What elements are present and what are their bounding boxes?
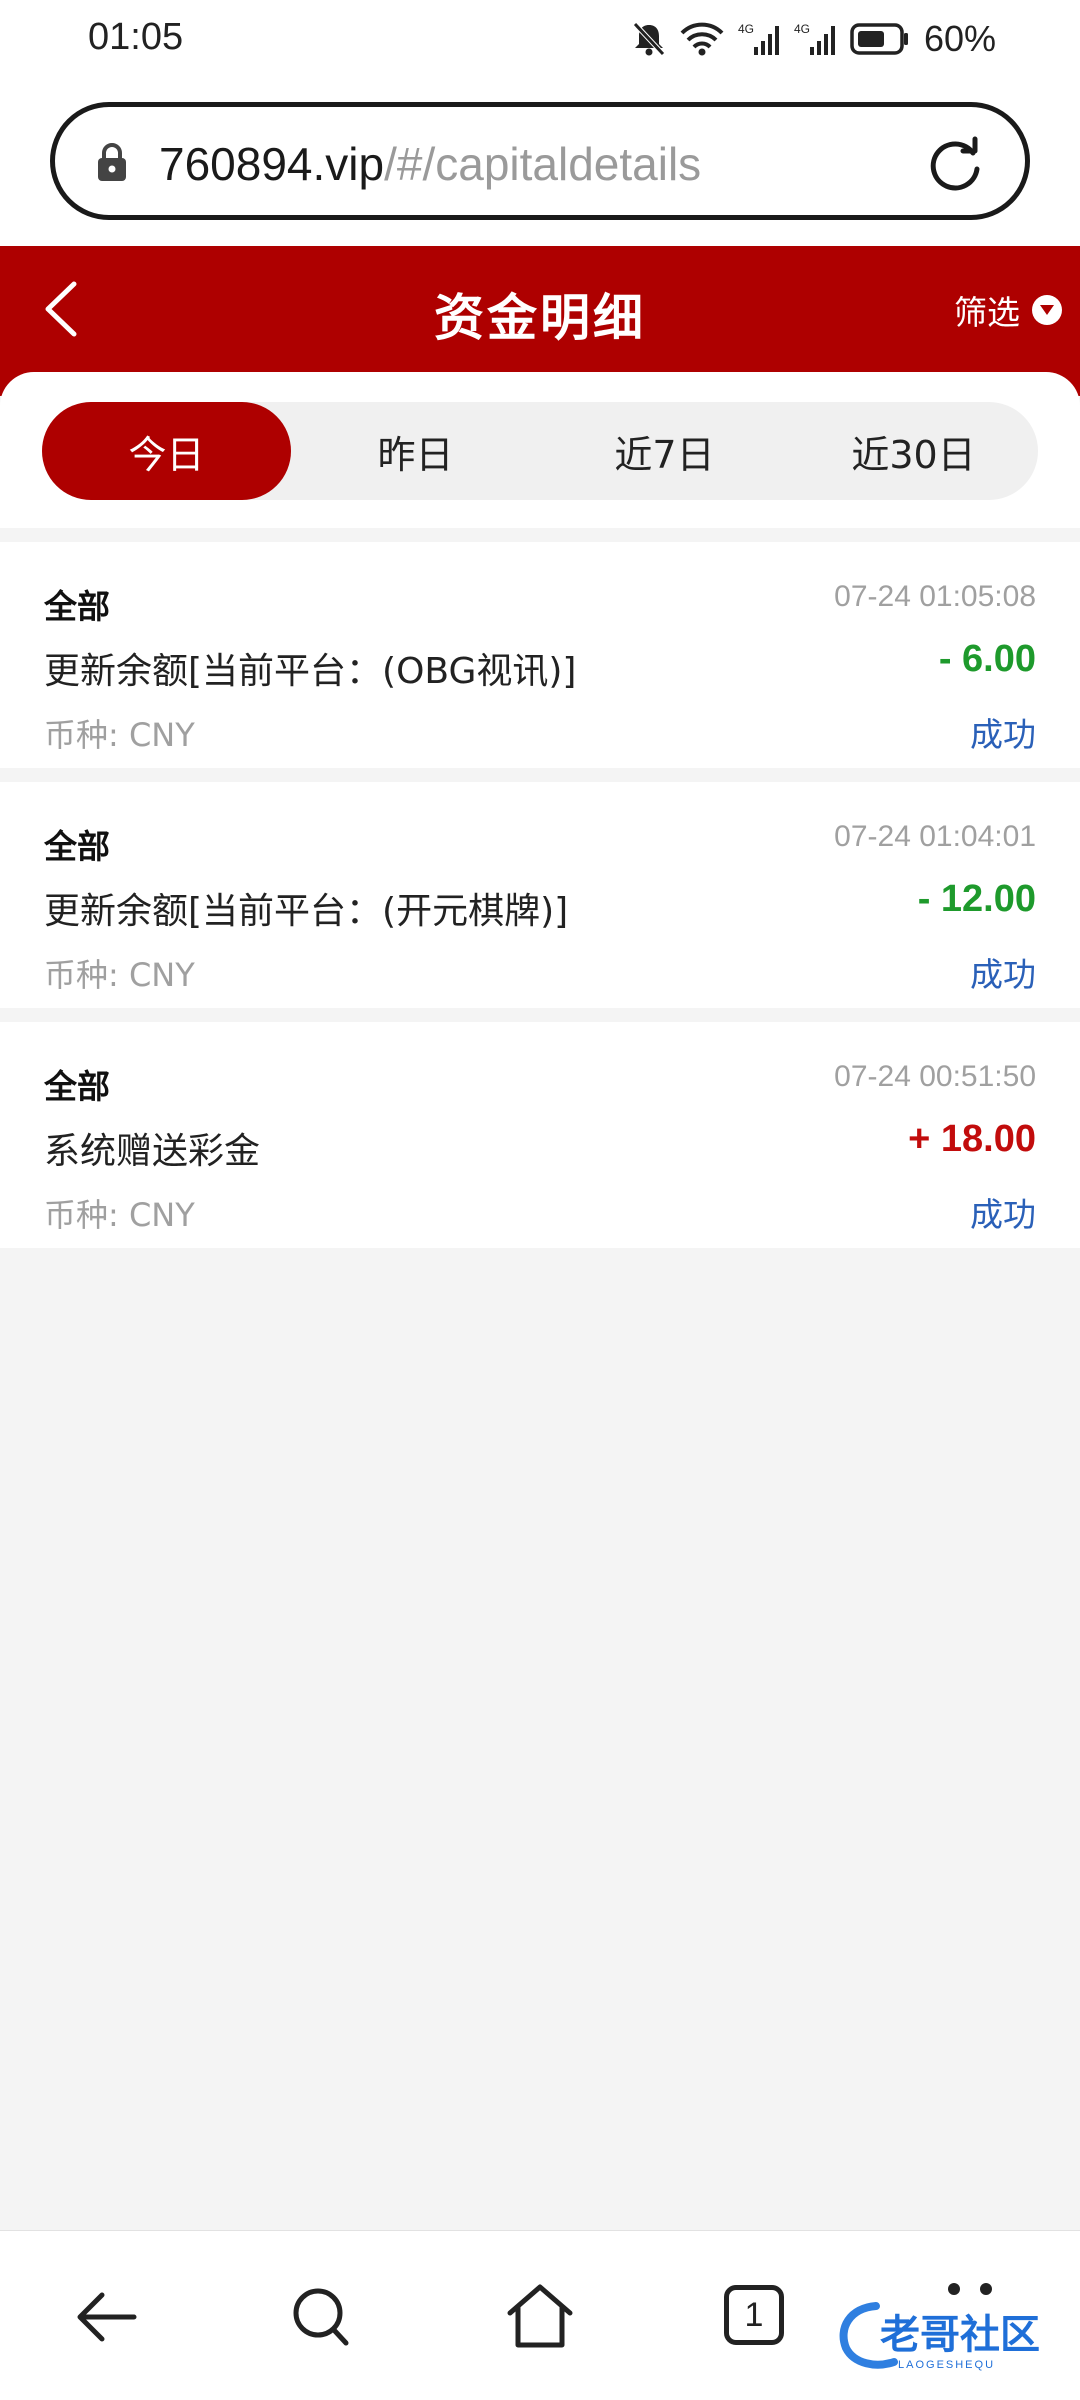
transaction-description: 系统赠送彩金 <box>44 1131 261 1172</box>
transaction-row[interactable]: 全部 07-24 01:04:01 更新余额[当前平台：(开元棋牌)] - 12… <box>0 782 1080 1008</box>
arrow-left-icon <box>77 2292 137 2342</box>
battery-icon <box>850 22 910 56</box>
filter-dropdown-icon <box>1032 295 1062 325</box>
tab-count: 1 <box>724 2285 784 2345</box>
url-path: /#/capitaldetails <box>384 138 702 190</box>
transaction-row[interactable]: 全部 07-24 00:51:50 系统赠送彩金 + 18.00 币种: CNY… <box>0 1022 1080 1248</box>
transaction-time: 07-24 01:04:01 <box>834 820 1036 853</box>
transaction-status: 成功 <box>970 955 1036 994</box>
svg-text:4G: 4G <box>794 22 810 36</box>
transaction-currency: 币种: CNY <box>44 956 195 994</box>
tab-today[interactable]: 今日 <box>42 402 291 500</box>
page-title: 资金明细 <box>434 289 646 347</box>
tab-yesterday[interactable]: 昨日 <box>291 402 540 500</box>
status-time: 01:05 <box>88 16 184 58</box>
transaction-amount: + 18.00 <box>908 1118 1036 1160</box>
wifi-icon <box>680 21 724 57</box>
transaction-currency: 币种: CNY <box>44 1196 195 1234</box>
status-bar: 01:05 4G 4G 60% <box>0 0 1080 82</box>
transaction-description: 更新余额[当前平台：(OBG视讯)] <box>44 651 577 692</box>
transaction-time: 07-24 00:51:50 <box>834 1060 1036 1093</box>
transaction-status: 成功 <box>970 1195 1036 1234</box>
transaction-list: 全部 07-24 01:05:08 更新余额[当前平台：(OBG视讯)] - 6… <box>0 542 1080 1262</box>
svg-text:4G: 4G <box>738 22 754 36</box>
battery-percent: 60% <box>923 18 996 59</box>
date-range-tabs: 今日 昨日 近7日 近30日 <box>42 402 1038 500</box>
date-range-panel: 今日 昨日 近7日 近30日 <box>0 372 1080 528</box>
nav-back-button[interactable] <box>68 2277 148 2357</box>
browser-toolbar: 760894.vip/#/capitaldetails <box>0 82 1080 246</box>
tab-last-30-days[interactable]: 近30日 <box>789 402 1038 500</box>
address-bar[interactable]: 760894.vip/#/capitaldetails <box>50 102 1030 220</box>
filter-button[interactable]: 筛选 <box>954 286 1062 334</box>
transaction-row[interactable]: 全部 07-24 01:05:08 更新余额[当前平台：(OBG视讯)] - 6… <box>0 542 1080 768</box>
watermark-logo: 老哥社区 LAOGESHEQU <box>836 2298 1066 2372</box>
transaction-currency: 币种: CNY <box>44 716 195 754</box>
home-icon <box>507 2284 573 2348</box>
search-icon <box>293 2288 349 2346</box>
bell-muted-icon <box>632 21 666 57</box>
signal-4g-icon: 4G <box>794 21 836 57</box>
transaction-category: 全部 <box>44 827 110 866</box>
transaction-category: 全部 <box>44 587 110 626</box>
lock-icon <box>95 141 129 187</box>
svg-text:LAOGESHEQU: LAOGESHEQU <box>898 2359 995 2371</box>
url-host: 760894.vip <box>159 138 385 190</box>
nav-tabs-button[interactable]: 1 <box>716 2277 796 2357</box>
status-icons: 4G 4G 60% <box>632 14 996 64</box>
tab-last-7-days[interactable]: 近7日 <box>540 402 789 500</box>
transaction-amount: - 6.00 <box>938 638 1036 680</box>
transaction-category: 全部 <box>44 1067 110 1106</box>
svg-text:老哥社区: 老哥社区 <box>880 2312 1040 2358</box>
transaction-amount: - 12.00 <box>917 878 1036 920</box>
transaction-description: 更新余额[当前平台：(开元棋牌)] <box>44 891 569 932</box>
reload-icon[interactable] <box>923 133 987 201</box>
nav-home-button[interactable] <box>500 2277 580 2357</box>
filter-label: 筛选 <box>954 293 1020 332</box>
url-text[interactable]: 760894.vip/#/capitaldetails <box>159 137 701 191</box>
nav-search-button[interactable] <box>282 2277 362 2357</box>
transaction-time: 07-24 01:05:08 <box>834 580 1036 613</box>
signal-4g-icon: 4G <box>738 21 780 57</box>
transaction-status: 成功 <box>970 715 1036 754</box>
